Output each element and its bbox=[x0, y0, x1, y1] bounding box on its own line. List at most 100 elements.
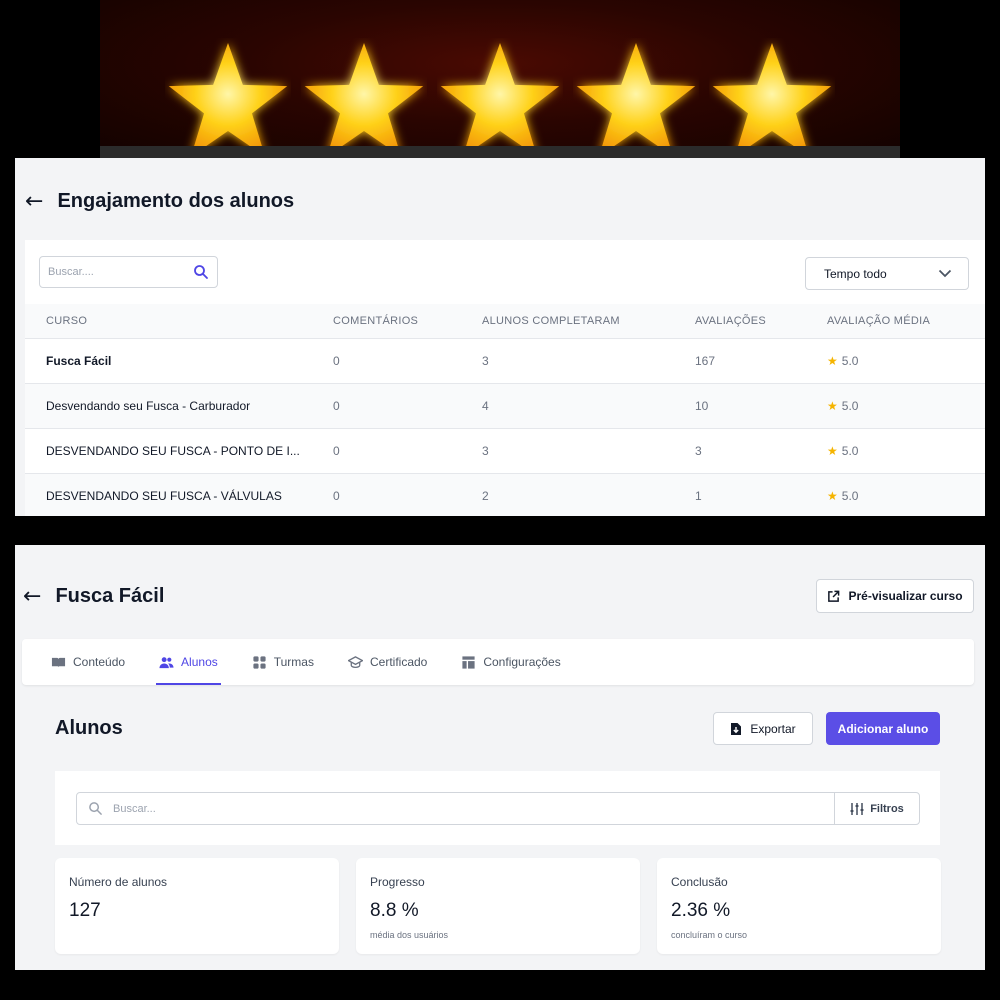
layout-icon bbox=[462, 655, 475, 669]
tab-label: Conteúdo bbox=[73, 655, 126, 669]
engagement-card: Buscar.... Tempo todo CURSO COMENTÁRIOS … bbox=[25, 240, 985, 516]
course-tabs: Conteúdo Alunos Turmas Certificado Confi… bbox=[22, 639, 974, 685]
engagement-table: CURSO COMENTÁRIOS ALUNOS COMPLETARAM AVA… bbox=[25, 304, 985, 516]
stat-value: 8.8 % bbox=[370, 900, 419, 921]
table-header: CURSO COMENTÁRIOS ALUNOS COMPLETARAM AVA… bbox=[25, 304, 985, 339]
tab-label: Certificado bbox=[369, 655, 428, 669]
preview-course-label: Pré-visualizar curso bbox=[848, 589, 963, 603]
stat-subtext: concluíram o curso bbox=[671, 930, 748, 940]
tab-label: Configurações bbox=[483, 655, 561, 669]
table-row[interactable]: DESVENDANDO SEU FUSCA - PONTO DE I... 0 … bbox=[25, 429, 985, 474]
star-icon bbox=[304, 43, 424, 157]
rating-value: 5.0 bbox=[841, 444, 859, 458]
file-download-icon bbox=[731, 722, 742, 735]
table-row[interactable]: Fusca Fácil 0 3 167 ★ 5.0 bbox=[25, 339, 985, 384]
export-button[interactable]: Exportar bbox=[713, 712, 813, 745]
completed-count: 4 bbox=[482, 399, 489, 413]
completed-count: 2 bbox=[482, 489, 489, 503]
search-input[interactable]: Buscar.... bbox=[39, 256, 218, 288]
tab-certificado[interactable]: Certificado bbox=[347, 639, 428, 685]
course-panel: ← Fusca Fácil Pré-visualizar curso Conte… bbox=[15, 545, 985, 970]
search-placeholder: Buscar... bbox=[113, 802, 156, 815]
star-icon bbox=[168, 43, 288, 157]
column-header[interactable]: AVALIAÇÕES bbox=[674, 315, 806, 327]
grid-icon bbox=[253, 655, 266, 669]
add-student-button[interactable]: Adicionar aluno bbox=[826, 712, 940, 745]
filters-label: Filtros bbox=[870, 802, 904, 815]
average-rating: ★ 5.0 bbox=[806, 489, 985, 503]
rating-stars-banner bbox=[100, 0, 900, 158]
stars-floor bbox=[100, 146, 900, 158]
star-icon bbox=[440, 43, 560, 157]
table-row[interactable]: Desvendando seu Fusca - Carburador 0 4 1… bbox=[25, 384, 985, 429]
course-name[interactable]: Desvendando seu Fusca - Carburador bbox=[25, 399, 312, 413]
reviews-count: 167 bbox=[695, 354, 716, 368]
column-header[interactable]: ALUNOS COMPLETARAM bbox=[461, 315, 674, 327]
star-icon: ★ bbox=[827, 399, 838, 413]
preview-course-button[interactable]: Pré-visualizar curso bbox=[816, 579, 974, 613]
section-title: Alunos bbox=[55, 717, 123, 739]
engagement-panel: ← Engajamento dos alunos Buscar.... Temp… bbox=[15, 158, 985, 516]
tab-configuracoes[interactable]: Configurações bbox=[461, 639, 561, 685]
tab-alunos[interactable]: Alunos bbox=[156, 639, 221, 685]
back-arrow-icon[interactable]: ← bbox=[25, 190, 43, 213]
average-rating: ★ 5.0 bbox=[806, 444, 985, 458]
stat-value: 2.36 % bbox=[671, 900, 731, 921]
stat-card-progress: Progresso 8.8 % média dos usuários bbox=[356, 858, 640, 954]
reviews-count: 1 bbox=[695, 489, 702, 503]
comments-count: 0 bbox=[333, 399, 340, 413]
tab-conteudo[interactable]: Conteúdo bbox=[51, 639, 125, 685]
back-arrow-icon[interactable]: ← bbox=[23, 585, 41, 608]
stat-value: 127 bbox=[69, 900, 101, 921]
star-icon bbox=[712, 43, 832, 157]
column-header[interactable]: AVALIAÇÃO MÉDIA bbox=[806, 315, 985, 327]
completed-count: 3 bbox=[482, 444, 489, 458]
course-header: ← Fusca Fácil bbox=[23, 585, 164, 608]
reviews-count: 10 bbox=[695, 399, 709, 413]
users-icon bbox=[159, 656, 174, 668]
stat-label: Número de alunos bbox=[69, 875, 168, 889]
stat-label: Progresso bbox=[370, 875, 425, 889]
average-rating: ★ 5.0 bbox=[806, 354, 985, 368]
tab-label: Turmas bbox=[273, 655, 314, 669]
column-header[interactable]: COMENTÁRIOS bbox=[312, 315, 461, 327]
tab-label: Alunos bbox=[181, 655, 218, 669]
stat-card-students: Número de alunos 127 bbox=[55, 858, 339, 954]
comments-count: 0 bbox=[333, 489, 340, 503]
search-icon[interactable] bbox=[193, 264, 209, 280]
time-filter-select[interactable]: Tempo todo bbox=[805, 257, 969, 290]
star-icon: ★ bbox=[827, 489, 838, 503]
engagement-header: ← Engajamento dos alunos bbox=[25, 190, 294, 213]
completed-count: 3 bbox=[482, 354, 489, 368]
export-label: Exportar bbox=[750, 721, 796, 736]
search-placeholder: Buscar.... bbox=[48, 266, 94, 278]
reviews-count: 3 bbox=[695, 444, 702, 458]
rating-value: 5.0 bbox=[841, 399, 859, 413]
stat-subtext: média dos usuários bbox=[370, 930, 449, 940]
graduation-cap-icon bbox=[347, 655, 363, 668]
star-icon: ★ bbox=[827, 354, 838, 368]
page-title: Engajamento dos alunos bbox=[57, 190, 295, 212]
rating-value: 5.0 bbox=[841, 489, 859, 503]
column-header[interactable]: CURSO bbox=[25, 315, 312, 327]
course-name[interactable]: DESVENDANDO SEU FUSCA - VÁLVULAS bbox=[25, 489, 312, 503]
star-icon: ★ bbox=[827, 444, 838, 458]
sliders-icon bbox=[850, 802, 864, 815]
time-filter-value: Tempo todo bbox=[824, 266, 887, 281]
star-icon bbox=[576, 43, 696, 157]
chevron-down-icon bbox=[938, 269, 952, 278]
stat-label: Conclusão bbox=[671, 875, 728, 889]
comments-count: 0 bbox=[333, 354, 340, 368]
filter-card: Buscar... Filtros bbox=[55, 771, 940, 845]
rating-value: 5.0 bbox=[841, 354, 859, 368]
course-name[interactable]: DESVENDANDO SEU FUSCA - PONTO DE I... bbox=[25, 444, 312, 458]
external-link-icon bbox=[828, 590, 840, 602]
tab-turmas[interactable]: Turmas bbox=[252, 639, 314, 685]
book-icon bbox=[51, 657, 66, 667]
student-search-input[interactable]: Buscar... Filtros bbox=[76, 792, 920, 825]
course-name[interactable]: Fusca Fácil bbox=[25, 354, 312, 368]
filters-button[interactable]: Filtros bbox=[834, 793, 919, 824]
table-row[interactable]: DESVENDANDO SEU FUSCA - VÁLVULAS 0 2 1 ★… bbox=[25, 474, 985, 516]
course-title: Fusca Fácil bbox=[55, 585, 165, 607]
search-icon bbox=[88, 802, 102, 815]
